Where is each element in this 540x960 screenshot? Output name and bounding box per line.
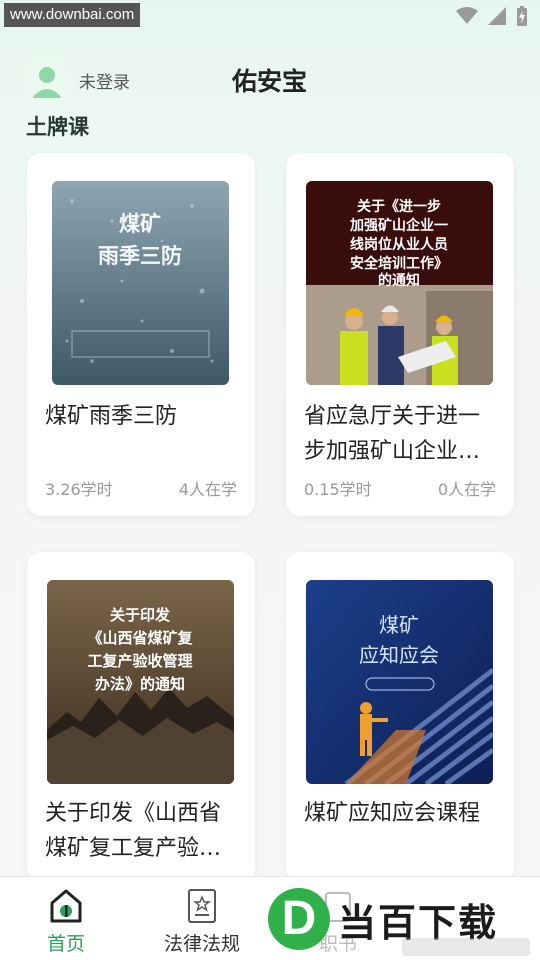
course-hours: 3.26学时 [45,480,113,499]
course-meta: 3.26学时 4人在学 [45,476,237,500]
cover-line: 关于印发 [110,606,171,624]
avatar[interactable] [24,56,70,102]
cover-line: 煤矿 [119,212,161,236]
cover-line: 安全培训工作》 [350,255,448,272]
law-document-icon [188,889,216,923]
course-card[interactable]: 关于《进一步 加强矿山企业一 线岗位从业人员 安全培训工作》 的通知 省应急厅关… [286,153,514,516]
cover-line: 雨季三防 [98,244,182,268]
section-title: 土牌课 [26,115,89,139]
status-icons [456,6,528,26]
signal-icon [488,7,506,25]
course-cover: 关于《进一步 加强矿山企业一 线岗位从业人员 安全培训工作》 的通知 [306,181,493,385]
nav-label: 首页 [46,933,85,955]
course-card[interactable]: 煤矿 应知应会 煤矿应知应会课程 [286,552,514,882]
watermark-logo: D 当百下载 [262,880,540,960]
wifi-icon [456,7,478,24]
watermark-d-icon: D [268,888,330,950]
battery-charging-icon [517,6,527,26]
nav-item-home[interactable]: 首页 [6,877,126,960]
user-avatar-icon [24,56,70,102]
course-card[interactable]: 煤矿 雨季三防 煤矿雨季三防 3.26学时 4人在学 [27,153,255,516]
course-hours: 0.15学时 [304,480,372,499]
course-card[interactable]: 关于印发 《山西省煤矿复 工复产验收管理 办法》的通知 关于印发《山西省煤矿复工… [27,552,255,882]
watermark-subbar [402,938,530,956]
status-bar: www.downbai.com [0,0,540,30]
cover-line: 办法》的通知 [95,675,185,693]
cover-line: 关于《进一步 [357,198,441,215]
course-cover: 关于印发 《山西省煤矿复 工复产验收管理 办法》的通知 [47,580,234,784]
cover-line: 应知应会 [359,643,439,667]
cover-line: 煤矿 [379,613,419,637]
course-title: 省应急厅关于进一步加强矿山企业一线岗位从业人员安全培训工作的通知 [304,404,481,464]
course-meta: 0.15学时 0人在学 [304,476,496,500]
course-title: 煤矿应知应会课程 [304,801,481,826]
cover-line: 的通知 [378,272,420,289]
cover-line: 工复产验收管理 [87,652,192,670]
nav-label: 法律法规 [163,933,240,955]
home-icon [50,889,82,923]
login-status[interactable]: 未登录 [79,68,130,93]
cover-line: 线岗位从业人员 [350,236,448,253]
cover-line: 《山西省煤矿复 [87,629,193,647]
course-title: 关于印发《山西省煤矿复工复产验收管理办法》的通知 [45,801,222,861]
course-learners: 4人在学 [178,480,237,499]
page-title: 佑安宝 [232,67,308,96]
watermark-url: www.downbai.com [4,3,141,27]
course-cover: 煤矿 雨季三防 [52,181,229,385]
cover-line: 加强矿山企业一 [349,217,448,234]
course-title: 煤矿雨季三防 [45,404,178,429]
course-learners: 0人在学 [437,480,496,499]
nav-item-law[interactable]: 法律法规 [142,877,262,960]
course-cover: 煤矿 应知应会 [306,580,493,784]
